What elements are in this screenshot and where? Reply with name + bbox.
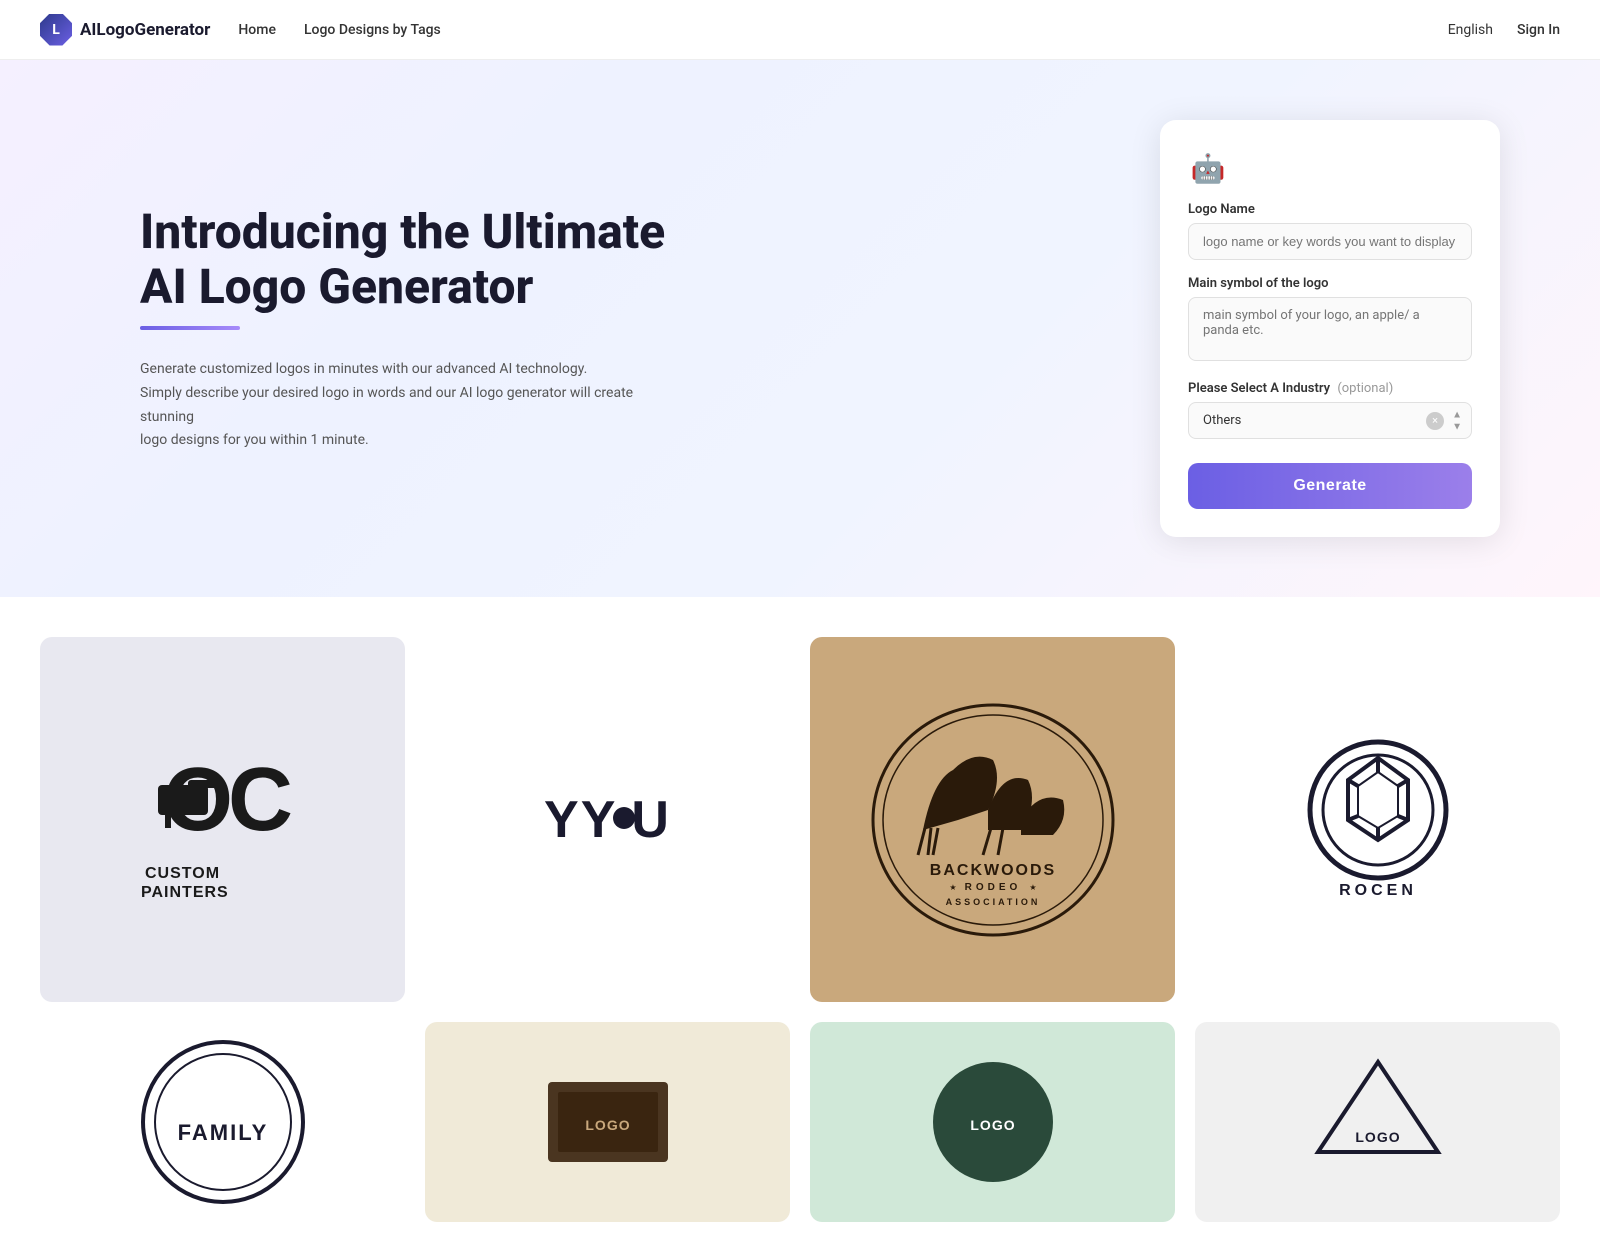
language-selector[interactable]: English — [1448, 22, 1493, 38]
yyou-logo: YYU — [544, 790, 671, 850]
svg-text:CUSTOM: CUSTOM — [145, 865, 220, 882]
gallery-item[interactable]: LOGO — [425, 1022, 790, 1222]
gallery-item[interactable]: YYU — [425, 637, 790, 1002]
hero-desc-line2: Simply describe your desired logo in wor… — [140, 385, 633, 425]
logo-gallery: OC CUSTOM PAINTERS YYU BACKWOOD — [0, 597, 1600, 1242]
signin-button[interactable]: Sign In — [1517, 22, 1560, 38]
bottom4-logo-svg: LOGO — [1298, 1042, 1458, 1202]
svg-text:BACKWOODS: BACKWOODS — [929, 862, 1055, 879]
svg-text:RODEO: RODEO — [964, 882, 1021, 893]
hero-description: Generate customized logos in minutes wit… — [140, 358, 640, 453]
industry-clear-button[interactable]: × — [1426, 412, 1444, 430]
backwoods-logo-svg: BACKWOODS RODEO ASSOCIATION ★ ★ — [863, 690, 1123, 950]
logo-form-card: 🤖 Logo Name Main symbol of the logo Plea… — [1160, 120, 1500, 537]
gallery-item[interactable]: FAMILY — [40, 1022, 405, 1222]
generate-button[interactable]: Generate — [1188, 463, 1472, 509]
industry-label: Please Select A Industry (optional) — [1188, 381, 1472, 396]
svg-text:FAMILY: FAMILY — [177, 1120, 268, 1145]
navbar: L AILogoGenerator Home Logo Designs by T… — [0, 0, 1600, 60]
svg-text:LOGO: LOGO — [585, 1117, 630, 1133]
nav-right: English Sign In — [1448, 22, 1560, 38]
bottom2-logo-svg: LOGO — [528, 1042, 688, 1202]
gallery-item[interactable]: ROCEN — [1195, 637, 1560, 1002]
logo-name-label: Logo Name — [1188, 202, 1472, 217]
brand-name: AILogoGenerator — [80, 20, 210, 40]
svg-text:LOGO: LOGO — [970, 1117, 1015, 1133]
hero-desc-line1: Generate customized logos in minutes wit… — [140, 361, 587, 377]
nav-left: L AILogoGenerator Home Logo Designs by T… — [40, 14, 441, 46]
hero-underline — [140, 326, 240, 330]
brand-logo[interactable]: L AILogoGenerator — [40, 14, 210, 46]
svg-text:★: ★ — [1029, 883, 1036, 892]
svg-text:LOGO: LOGO — [1355, 1129, 1400, 1145]
svg-text:PAINTERS: PAINTERS — [141, 884, 229, 901]
hero-title: Introducing the Ultimate AI Logo Generat… — [140, 204, 700, 314]
industry-selected-value: Others — [1203, 413, 1241, 428]
robot-icon: 🤖 — [1188, 148, 1228, 188]
main-symbol-input[interactable] — [1188, 297, 1472, 361]
bottom3-logo-svg: LOGO — [913, 1042, 1073, 1202]
gallery-item[interactable]: LOGO — [810, 1022, 1175, 1222]
gallery-item[interactable]: OC CUSTOM PAINTERS — [40, 637, 405, 1002]
family-logo-svg: FAMILY — [133, 1032, 313, 1212]
rocen-logo-svg: ROCEN — [1298, 730, 1458, 910]
svg-text:ASSOCIATION: ASSOCIATION — [945, 897, 1040, 907]
hero-desc-line3: logo designs for you within 1 minute. — [140, 432, 369, 448]
custom-painters-logo-svg: OC CUSTOM PAINTERS — [123, 730, 323, 910]
hero-section: Introducing the Ultimate AI Logo Generat… — [0, 60, 1600, 597]
gallery-item[interactable]: BACKWOODS RODEO ASSOCIATION ★ ★ — [810, 637, 1175, 1002]
nav-designs[interactable]: Logo Designs by Tags — [304, 22, 441, 38]
main-symbol-label: Main symbol of the logo — [1188, 276, 1472, 291]
gallery-item[interactable]: LOGO — [1195, 1022, 1560, 1222]
logo-name-input[interactable] — [1188, 223, 1472, 260]
hero-text: Introducing the Ultimate AI Logo Generat… — [140, 204, 700, 454]
brand-icon: L — [40, 14, 72, 46]
svg-text:ROCEN: ROCEN — [1339, 882, 1417, 899]
nav-home[interactable]: Home — [238, 22, 276, 38]
industry-select-wrapper: Others × ▲ ▼ — [1188, 402, 1472, 439]
svg-text:★: ★ — [949, 883, 956, 892]
